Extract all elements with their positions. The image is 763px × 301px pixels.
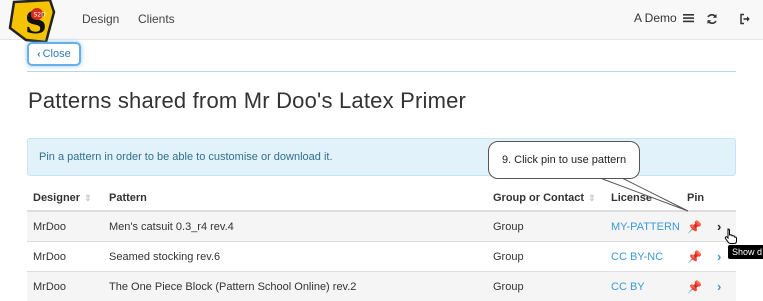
pin-icon[interactable]: 📌 [687,250,702,264]
nav-link-design[interactable]: Design [82,12,119,26]
site-logo[interactable]: S S2D [6,0,58,44]
column-header-actions [711,186,736,211]
chevron-right-icon[interactable]: › [717,279,721,294]
refresh-icon[interactable] [706,13,718,25]
cell-license-link[interactable]: MY-PATTERN [605,211,681,242]
cell-pattern: The One Piece Block (Pattern School Onli… [103,272,487,301]
table-row: MrDoo Men's catsuit 0.3_r4 rev.4 Group M… [27,211,736,242]
chevron-left-icon: ‹ [37,49,40,60]
column-header-license[interactable]: License [605,186,681,211]
logout-icon[interactable] [739,13,751,25]
page-title: Patterns shared from Mr Doo's Latex Prim… [28,88,466,114]
user-name: A Demo [634,11,677,25]
tooltip: Show d [728,245,763,259]
cell-group: Group [487,242,605,272]
cell-pattern: Seamed stocking rev.6 [103,242,487,272]
column-header-designer[interactable]: Designer⇕ [27,186,103,211]
callout-text: 9. Click pin to use pattern [502,154,626,166]
hand-cursor-icon [724,228,738,244]
cell-designer: MrDoo [27,272,103,301]
user-menu[interactable]: A Demo [634,11,694,25]
nav-link-clients[interactable]: Clients [138,12,175,26]
chevron-right-icon[interactable]: › [717,219,721,234]
cell-designer: MrDoo [27,242,103,272]
table-header-row: Designer⇕ Pattern Group or Contact⇕ Lice… [27,186,736,211]
patterns-table: Designer⇕ Pattern Group or Contact⇕ Lice… [27,186,736,301]
pin-icon[interactable]: 📌 [687,280,702,294]
column-header-pin: Pin [681,186,711,211]
hamburger-icon [683,13,694,23]
divider [27,71,736,72]
cell-designer: MrDoo [27,211,103,242]
column-header-pattern[interactable]: Pattern [103,186,487,211]
column-header-group[interactable]: Group or Contact⇕ [487,186,605,211]
table-row: MrDoo The One Piece Block (Pattern Schoo… [27,272,736,301]
cell-group: Group [487,272,605,301]
cell-pattern: Men's catsuit 0.3_r4 rev.4 [103,211,487,242]
top-navbar: S S2D Design Clients A Demo [0,0,763,40]
cell-license-link[interactable]: CC BY-NC [605,242,681,272]
chevron-right-icon[interactable]: › [717,249,721,264]
table-row: MrDoo Seamed stocking rev.6 Group CC BY-… [27,242,736,272]
svg-text:S2D: S2D [34,12,47,19]
cell-group: Group [487,211,605,242]
alert-text: Pin a pattern in order to be able to cus… [39,151,333,163]
close-button-label: Close [43,48,71,60]
tutorial-callout: 9. Click pin to use pattern [488,141,640,179]
close-button[interactable]: ‹ Close [27,42,81,66]
cell-license-link[interactable]: CC BY [605,272,681,301]
pin-icon[interactable]: 📌 [687,220,702,234]
